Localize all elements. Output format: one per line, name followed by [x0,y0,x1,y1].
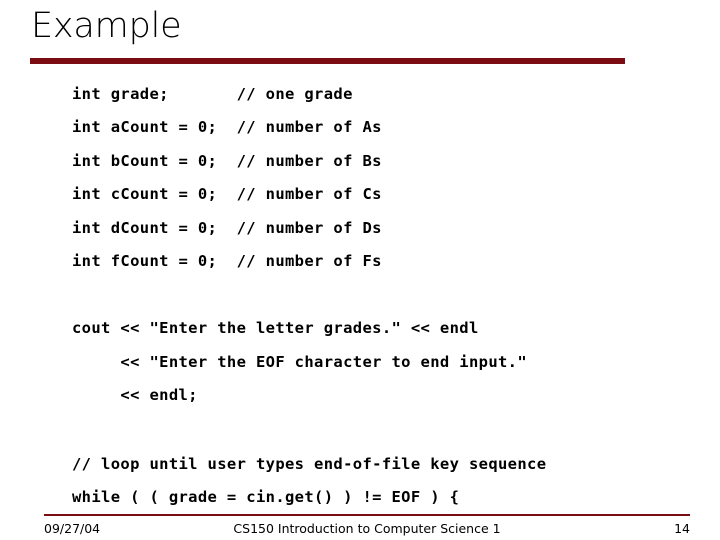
footer-divider [44,514,690,516]
footer-page-number: 14 [674,521,690,536]
code-line: int dCount = 0; // number of Ds [72,218,382,237]
page-title: Example [31,6,182,46]
code-line: cout << "Enter the letter grades." << en… [72,319,479,338]
code-block: int grade; // one grade int aCount = 0; … [72,78,702,514]
code-line: int grade; // one grade [72,85,353,103]
code-line: while ( ( grade = cin.get() ) != EOF ) { [72,488,460,507]
code-line: << endl; [72,386,198,405]
footer: 09/27/04 CS150 Introduction to Computer … [44,521,690,539]
code-line: int cCount = 0; // number of Cs [72,185,382,204]
code-line: << "Enter the EOF character to end input… [72,352,528,371]
code-line: int aCount = 0; // number of As [72,118,382,137]
title-underline-rule [30,58,625,64]
slide: Example int grade; // one grade int aCou… [0,0,720,540]
code-line: int bCount = 0; // number of Bs [72,151,382,170]
code-line: // loop until user types end-of-file key… [72,454,547,473]
footer-course-title: CS150 Introduction to Computer Science 1 [233,521,501,536]
code-line: int fCount = 0; // number of Fs [72,252,382,271]
